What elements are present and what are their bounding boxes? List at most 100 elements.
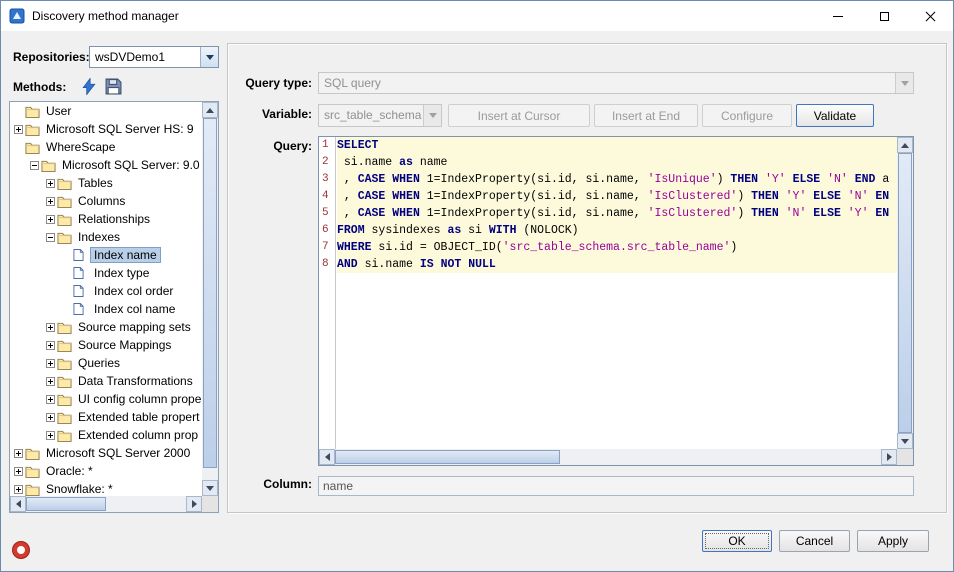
tree-item-label: Tables: [74, 175, 117, 191]
apply-button[interactable]: Apply: [857, 530, 929, 552]
tree-item-label: Relationships: [74, 211, 154, 227]
sql-query-editor[interactable]: 12345678 SELECT si.name as name , CASE W…: [318, 136, 914, 466]
cancel-button[interactable]: Cancel: [779, 530, 850, 552]
tree-item-extended-column-prop[interactable]: Extended column prop: [10, 426, 202, 444]
scroll-right-button[interactable]: [881, 449, 897, 465]
collapse-minus-icon[interactable]: [30, 161, 39, 170]
tree-item-label: Oracle: *: [42, 463, 97, 479]
tree-item-data-transformations[interactable]: Data Transformations: [10, 372, 202, 390]
scroll-left-button[interactable]: [10, 496, 26, 512]
window-controls: [815, 1, 953, 31]
tree-item-microsoft-sql-server-2000[interactable]: Microsoft SQL Server 2000: [10, 444, 202, 462]
refresh-bolt-icon: [82, 78, 96, 95]
save-methods-button[interactable]: [103, 76, 123, 96]
editor-horizontal-scrollbar[interactable]: [319, 449, 897, 465]
scrollbar-thumb[interactable]: [335, 450, 560, 464]
tree-item-label: Index type: [90, 265, 153, 281]
query-label: Query:: [228, 139, 312, 153]
column-label: Column:: [228, 477, 312, 491]
tree-item-source-mapping-sets[interactable]: Source mapping sets: [10, 318, 202, 336]
tree-horizontal-scrollbar[interactable]: [10, 496, 202, 512]
tree-item-queries[interactable]: Queries: [10, 354, 202, 372]
tree-item-index-col-order[interactable]: Index col order: [10, 282, 202, 300]
tree-item-label: Index name: [90, 247, 161, 263]
tree-item-index-name[interactable]: Index name: [10, 246, 202, 264]
expand-plus-icon[interactable]: [46, 413, 55, 422]
minimize-button[interactable]: [815, 1, 861, 31]
expand-plus-icon[interactable]: [14, 485, 23, 494]
close-button[interactable]: [907, 1, 953, 31]
expand-plus-icon[interactable]: [46, 377, 55, 386]
expand-plus-icon[interactable]: [46, 215, 55, 224]
tree-item-ui-config-column-prope[interactable]: UI config column prope: [10, 390, 202, 408]
tree-item-extended-table-propert[interactable]: Extended table propert: [10, 408, 202, 426]
variable-label: Variable:: [228, 107, 312, 121]
expand-plus-icon[interactable]: [46, 359, 55, 368]
maximize-button[interactable]: [861, 1, 907, 31]
validate-button[interactable]: Validate: [796, 104, 874, 127]
tree-item-source-mappings[interactable]: Source Mappings: [10, 336, 202, 354]
repository-select[interactable]: wsDVDemo1: [89, 46, 219, 68]
expand-plus-icon[interactable]: [46, 395, 55, 404]
expand-plus-icon[interactable]: [14, 467, 23, 476]
editor-vertical-scrollbar[interactable]: [897, 137, 913, 449]
folder-icon: [57, 321, 74, 334]
tree-item-label: User: [42, 103, 75, 119]
line-number: 7: [319, 239, 335, 256]
column-input[interactable]: [318, 476, 914, 496]
scroll-right-button[interactable]: [186, 496, 202, 512]
scroll-down-button[interactable]: [202, 480, 218, 496]
tree-item-user[interactable]: User: [10, 102, 202, 120]
tree-item-relationships[interactable]: Relationships: [10, 210, 202, 228]
tree-item-tables[interactable]: Tables: [10, 174, 202, 192]
configure-button: Configure: [702, 104, 792, 127]
tree-item-label: UI config column prope: [74, 391, 202, 407]
expand-plus-icon[interactable]: [46, 341, 55, 350]
query-panel: Query type: SQL query Variable: src_tabl…: [227, 43, 947, 513]
scroll-up-button[interactable]: [202, 102, 218, 118]
tree-item-index-type[interactable]: Index type: [10, 264, 202, 282]
folder-icon: [25, 447, 42, 460]
expand-plus-icon[interactable]: [46, 323, 55, 332]
tree-item-index-col-name[interactable]: Index col name: [10, 300, 202, 318]
method-tree[interactable]: UserMicrosoft SQL Server HS: 9WhereScape…: [9, 101, 219, 513]
tree-item-microsoft-sql-server-9-0[interactable]: Microsoft SQL Server: 9.0 -: [10, 156, 202, 174]
tree-item-columns[interactable]: Columns: [10, 192, 202, 210]
tree-item-wherescape[interactable]: WhereScape: [10, 138, 202, 156]
tree-item-microsoft-sql-server-hs-9[interactable]: Microsoft SQL Server HS: 9: [10, 120, 202, 138]
collapse-minus-icon[interactable]: [46, 233, 55, 242]
support-ring-icon[interactable]: [13, 542, 29, 558]
folder-icon: [57, 195, 74, 208]
tree-item-label: WhereScape: [42, 139, 119, 155]
scrollbar-thumb[interactable]: [26, 497, 106, 511]
tree-item-label: Source Mappings: [74, 337, 175, 353]
dropdown-arrow-icon[interactable]: [200, 47, 218, 67]
line-number-gutter: 12345678: [319, 137, 336, 449]
arrow-up-icon: [206, 108, 214, 113]
scrollbar-thumb[interactable]: [898, 153, 912, 433]
scrollbar-thumb[interactable]: [203, 118, 217, 468]
tree-item-indexes[interactable]: Indexes: [10, 228, 202, 246]
folder-icon: [57, 411, 74, 424]
expand-plus-icon[interactable]: [46, 197, 55, 206]
insert-at-end-button: Insert at End: [594, 104, 698, 127]
expand-plus-icon[interactable]: [46, 431, 55, 440]
ok-button[interactable]: OK: [702, 530, 772, 552]
scroll-down-button[interactable]: [897, 433, 913, 449]
expand-plus-icon[interactable]: [14, 449, 23, 458]
scroll-up-button[interactable]: [897, 137, 913, 153]
refresh-methods-button[interactable]: [79, 76, 99, 96]
tree-vertical-scrollbar[interactable]: [202, 102, 218, 496]
expand-plus-icon[interactable]: [46, 179, 55, 188]
tree-item-label: Queries: [74, 355, 124, 371]
scrollbar-corner: [202, 496, 218, 512]
expand-plus-icon[interactable]: [14, 125, 23, 134]
tree-item-oracle[interactable]: Oracle: *: [10, 462, 202, 480]
document-icon: [73, 248, 90, 262]
code-line-5: , CASE WHEN 1=IndexProperty(si.id, si.na…: [337, 205, 897, 222]
dialog-window: Discovery method manager Repositories: w…: [0, 0, 954, 572]
tree-item-label: Snowflake: *: [42, 481, 117, 496]
line-number: 4: [319, 188, 335, 205]
tree-item-snowflake[interactable]: Snowflake: *: [10, 480, 202, 496]
scroll-left-button[interactable]: [319, 449, 335, 465]
